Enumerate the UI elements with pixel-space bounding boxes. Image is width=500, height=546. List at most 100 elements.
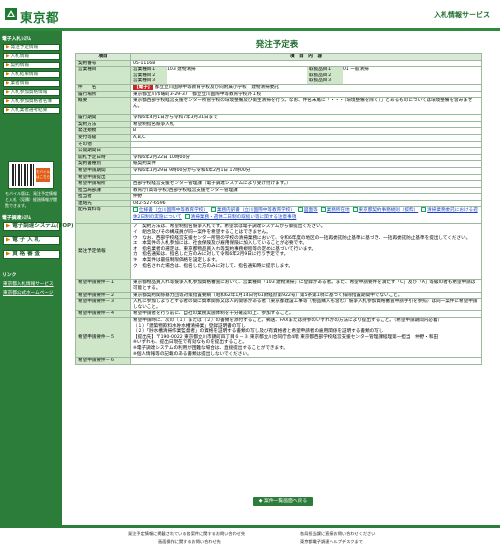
e-procurement-top-button[interactable]: ▶ 電子調達システム(TOP)	[3, 222, 74, 231]
button-label: 電子調達システム(TOP)	[12, 223, 74, 229]
contract-method: 希望制指名競争入札	[130, 120, 482, 129]
arrow-icon: ▶	[6, 251, 11, 257]
doc-link[interactable]: 東京都契約事務規則（抜粋）	[359, 208, 419, 213]
sidebar-item-label: 入札結果情報	[10, 72, 39, 77]
pdf-icon	[133, 207, 138, 213]
row-label: 配布資料等	[75, 206, 131, 225]
other	[130, 140, 482, 149]
sidebar-item-label: 入札情報	[10, 54, 29, 59]
page-header: 東京都 入札情報サービス	[0, 0, 500, 31]
requirement-4: 希望申請者を行う前に、自社の業務実施体制を十分確認の上、参加すること。	[130, 310, 482, 319]
row-label: 契約書種別	[75, 160, 131, 168]
application-place: 西部学校経営支援センター管理課（電子調達システムにより受け付けます。）	[130, 180, 482, 188]
button-label: 資 格 審 査	[12, 251, 40, 257]
requirement-6	[130, 357, 482, 365]
qr-code-icon	[12, 164, 34, 186]
sidebar-item-label: 入札参加資格情報	[10, 90, 48, 95]
row-label: 営業種目	[75, 66, 131, 85]
application-period: 令和6年1月29日 9時00分から令和6年2月1日 17時00分	[130, 166, 482, 175]
footer-helpdesk-text: 東京都電子調達ヘルプデスクまで	[300, 539, 363, 544]
main-content: 発注予定表 項目 項 目 内 容 契約番号 05-11168 営業種目 営業種目１…	[67, 31, 500, 525]
button-label: 案件一覧画面へ戻る	[264, 499, 308, 504]
footer-inquiry-label: 発注予定情報に掲載されている各案件に関するお問い合わせ先	[128, 531, 246, 536]
category-subtable: 営業種目１ 103 建物清掃 取扱品目１ 01 一般清掃 営業種目２ 取扱品目２ 営業種…	[131, 67, 481, 84]
mobile-badge[interactable]: モバイルはこちら	[36, 168, 50, 182]
row-label: 概要	[75, 97, 131, 116]
sidebar-item-qualified-list[interactable]: ▶入札参加資格者名簿	[3, 98, 60, 105]
contract-number: 05-11168	[130, 59, 482, 68]
sidebar-item-qualification-info[interactable]: ▶入札参加資格情報	[3, 89, 60, 96]
table-row: 契約番号 05-11168	[75, 59, 482, 68]
pdf-icon	[320, 207, 326, 213]
arrow-icon: ▶	[6, 90, 10, 95]
requirement-2: 東京都契約関係暴力団等対策措置要綱（昭和62年1月14日付61財経庶第922号）…	[130, 291, 482, 300]
summary: 東京都西部学校経営支援センター所管学校の環境整備及び衛生清掃を行う。なお、件名末…	[130, 97, 482, 116]
sidebar-item-bid-info[interactable]: ▶入札情報	[3, 53, 60, 60]
sidebar-section-title: 電子入札ｼｽﾃﾑ	[2, 37, 31, 42]
row-label: 履行場所	[75, 90, 131, 99]
pdf-icon	[352, 207, 358, 213]
doc-link[interactable]: 図面等	[304, 208, 318, 213]
row-label: 担当者	[75, 193, 131, 201]
category-value	[167, 78, 307, 83]
public-date	[130, 147, 482, 155]
link-tokyo-official[interactable]: 東京都公式ホームページ	[3, 290, 53, 296]
column-header-item: 項目	[75, 53, 131, 61]
row-label: 開札予定日時	[75, 153, 131, 162]
sidebar-item-label: 業者情報	[10, 81, 29, 86]
arrow-icon: ▶	[6, 237, 11, 243]
case-name: 都立立川国際中等教育学校及び同附属小学校 建物清掃委託	[154, 84, 279, 90]
doc-link[interactable]: 清掃業務・週休二日制の取扱い等に関する注意事項	[191, 215, 297, 220]
site-logo-text[interactable]: 東京都	[20, 7, 59, 26]
row-label: 希望申請要件－１	[75, 279, 131, 293]
work-place: 東京都立川市曙町3-29-37 都立立川国際中等教育学校外１校	[130, 90, 482, 99]
doc-link[interactable]: 業務所在地	[327, 208, 350, 213]
sidebar-item-label: 発注予定情報	[10, 45, 39, 50]
link-bid-info-service[interactable]: 東京都入札情報サービス	[3, 281, 54, 287]
row-label: 受付等級	[75, 133, 131, 142]
sidebar-item-order-plan[interactable]: ▶発注予定情報	[3, 44, 60, 51]
order-plan-table: 項目 項 目 内 容 契約番号 05-11168 営業種目 営業種目１ 103 建物…	[75, 53, 482, 365]
table-header-row: 項目 項 目 内 容	[75, 53, 482, 61]
contact-phone: 042-527-6596	[130, 199, 482, 208]
row-label: 履行期間	[75, 114, 131, 122]
doc-link[interactable]: 仕様書（立川国際中等教育学校）	[139, 208, 208, 213]
row-label: 希望申請要件－３	[75, 298, 131, 312]
footer-helpdesk-label: 画面操作に関するお問い合わせ先	[158, 539, 221, 544]
bid-opening-date: 令和6年2月22日 10時00分	[130, 153, 482, 162]
category-label: 営業種目３	[131, 78, 167, 84]
sidebar-item-vendor-info[interactable]: ▶業者情報	[3, 80, 60, 87]
arrow-icon: ▶	[6, 72, 10, 77]
doc-link[interactable]: 業務内訳書（立川国際中等教育学校）	[217, 208, 295, 213]
table-row: 営業種目 営業種目１ 103 建物清掃 取扱品目１ 01 一般清掃 営業種目２ 取扱品目…	[75, 66, 482, 85]
person-in-charge: 仲野	[130, 193, 482, 201]
requirement-1: 東京都物品買入れ等競争入札参加資格審査において、営業種目「103 建物清掃」に登…	[130, 279, 482, 293]
grade: A,B,C	[130, 133, 482, 142]
row-label: 件 名	[75, 83, 131, 92]
e-bidding-button[interactable]: ▶ 電 子 入 札	[3, 236, 60, 245]
work-period: 令和6年4月1日から令和7年3月31日まで	[130, 114, 482, 122]
arrow-icon: ▶	[6, 108, 10, 113]
item-label: 取扱品目３	[307, 78, 343, 84]
sidebar-item-bid-results[interactable]: ▶入札結果情報	[3, 71, 60, 78]
requirement-3: 入札に参加しようとする者の間に資本関係又は人的関係がある者（東京都建設工事等（物…	[130, 298, 482, 312]
row-label: 連絡先	[75, 199, 131, 208]
row-label: 公開期間日	[75, 147, 131, 155]
requirement-5: 希望申請時に、次の（１）または（２）の書類を添付すること。郵送、FAXまたは持参…	[130, 317, 482, 359]
footer-inquiry-text: 各局担当課に直接お問い合わせください	[300, 531, 376, 536]
column-header-content: 項 目 内 容	[130, 53, 482, 61]
row-label: 発注規模	[75, 127, 131, 135]
department: 教育庁(高等学校)西部学校経営支援センター管理課	[130, 186, 482, 195]
documents: 仕様書（立川国際中等教育学校） 業務内訳書（立川国際中等教育学校） 図面等 業務…	[130, 206, 482, 225]
page-title: 発注予定表	[255, 40, 299, 50]
row-label: 希望申請要件－２	[75, 291, 131, 300]
tokyo-logo-icon	[5, 8, 17, 20]
sidebar-item-selection-results[interactable]: ▶入札業者選考結果	[3, 107, 60, 114]
qualification-review-button[interactable]: ▶ 資 格 審 査	[3, 250, 60, 259]
arrow-icon: ▶	[6, 99, 10, 104]
row-label: 希望申請要件－４	[75, 310, 131, 319]
item-value	[343, 78, 481, 83]
sidebar-item-contract-info[interactable]: ▶契約情報	[3, 62, 60, 69]
back-to-list-button[interactable]: ◆ 案件一覧画面へ戻る	[253, 497, 313, 506]
sidebar-item-label: 入札参加資格者名簿	[10, 99, 52, 104]
